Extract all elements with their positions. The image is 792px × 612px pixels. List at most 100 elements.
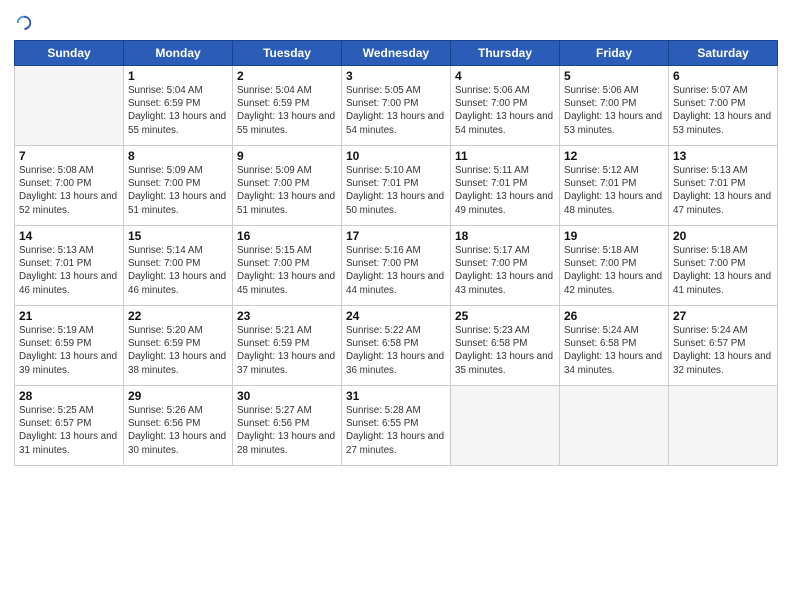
weekday-header-monday: Monday <box>124 41 233 66</box>
day-number: 11 <box>455 149 555 163</box>
calendar-cell: 5Sunrise: 5:06 AMSunset: 7:00 PMDaylight… <box>560 66 669 146</box>
calendar-cell: 17Sunrise: 5:16 AMSunset: 7:00 PMDayligh… <box>342 226 451 306</box>
day-number: 26 <box>564 309 664 323</box>
day-number: 16 <box>237 229 337 243</box>
calendar-cell: 20Sunrise: 5:18 AMSunset: 7:00 PMDayligh… <box>669 226 778 306</box>
day-info: Sunrise: 5:05 AMSunset: 7:00 PMDaylight:… <box>346 84 446 137</box>
day-info: Sunrise: 5:23 AMSunset: 6:58 PMDaylight:… <box>455 324 555 377</box>
day-number: 24 <box>346 309 446 323</box>
calendar-table: SundayMondayTuesdayWednesdayThursdayFrid… <box>14 40 778 466</box>
day-info: Sunrise: 5:18 AMSunset: 7:00 PMDaylight:… <box>673 244 773 297</box>
day-number: 19 <box>564 229 664 243</box>
day-info: Sunrise: 5:06 AMSunset: 7:00 PMDaylight:… <box>455 84 555 137</box>
day-info: Sunrise: 5:27 AMSunset: 6:56 PMDaylight:… <box>237 404 337 457</box>
calendar-cell: 7Sunrise: 5:08 AMSunset: 7:00 PMDaylight… <box>15 146 124 226</box>
day-number: 4 <box>455 69 555 83</box>
day-number: 14 <box>19 229 119 243</box>
weekday-header-sunday: Sunday <box>15 41 124 66</box>
day-number: 5 <box>564 69 664 83</box>
day-info: Sunrise: 5:12 AMSunset: 7:01 PMDaylight:… <box>564 164 664 217</box>
day-info: Sunrise: 5:11 AMSunset: 7:01 PMDaylight:… <box>455 164 555 217</box>
calendar-cell: 16Sunrise: 5:15 AMSunset: 7:00 PMDayligh… <box>233 226 342 306</box>
weekday-header-thursday: Thursday <box>451 41 560 66</box>
day-info: Sunrise: 5:15 AMSunset: 7:00 PMDaylight:… <box>237 244 337 297</box>
weekday-header-saturday: Saturday <box>669 41 778 66</box>
day-number: 30 <box>237 389 337 403</box>
calendar-cell: 6Sunrise: 5:07 AMSunset: 7:00 PMDaylight… <box>669 66 778 146</box>
calendar-cell: 14Sunrise: 5:13 AMSunset: 7:01 PMDayligh… <box>15 226 124 306</box>
calendar-cell: 28Sunrise: 5:25 AMSunset: 6:57 PMDayligh… <box>15 386 124 466</box>
day-info: Sunrise: 5:07 AMSunset: 7:00 PMDaylight:… <box>673 84 773 137</box>
day-number: 20 <box>673 229 773 243</box>
day-number: 17 <box>346 229 446 243</box>
day-info: Sunrise: 5:09 AMSunset: 7:00 PMDaylight:… <box>237 164 337 217</box>
day-info: Sunrise: 5:25 AMSunset: 6:57 PMDaylight:… <box>19 404 119 457</box>
day-info: Sunrise: 5:04 AMSunset: 6:59 PMDaylight:… <box>237 84 337 137</box>
day-number: 2 <box>237 69 337 83</box>
calendar-cell: 19Sunrise: 5:18 AMSunset: 7:00 PMDayligh… <box>560 226 669 306</box>
day-number: 10 <box>346 149 446 163</box>
weekday-header-wednesday: Wednesday <box>342 41 451 66</box>
calendar-cell: 21Sunrise: 5:19 AMSunset: 6:59 PMDayligh… <box>15 306 124 386</box>
day-number: 15 <box>128 229 228 243</box>
calendar-cell: 22Sunrise: 5:20 AMSunset: 6:59 PMDayligh… <box>124 306 233 386</box>
calendar-cell: 1Sunrise: 5:04 AMSunset: 6:59 PMDaylight… <box>124 66 233 146</box>
day-number: 1 <box>128 69 228 83</box>
calendar-cell: 18Sunrise: 5:17 AMSunset: 7:00 PMDayligh… <box>451 226 560 306</box>
main-container: SundayMondayTuesdayWednesdayThursdayFrid… <box>0 0 792 472</box>
day-number: 9 <box>237 149 337 163</box>
calendar-cell <box>15 66 124 146</box>
calendar-cell: 8Sunrise: 5:09 AMSunset: 7:00 PMDaylight… <box>124 146 233 226</box>
day-number: 27 <box>673 309 773 323</box>
weekday-header-row: SundayMondayTuesdayWednesdayThursdayFrid… <box>15 41 778 66</box>
header <box>14 10 778 34</box>
calendar-week-2: 7Sunrise: 5:08 AMSunset: 7:00 PMDaylight… <box>15 146 778 226</box>
day-number: 8 <box>128 149 228 163</box>
calendar-cell: 9Sunrise: 5:09 AMSunset: 7:00 PMDaylight… <box>233 146 342 226</box>
weekday-header-friday: Friday <box>560 41 669 66</box>
day-number: 29 <box>128 389 228 403</box>
calendar-cell <box>669 386 778 466</box>
day-number: 22 <box>128 309 228 323</box>
day-number: 3 <box>346 69 446 83</box>
day-info: Sunrise: 5:09 AMSunset: 7:00 PMDaylight:… <box>128 164 228 217</box>
calendar-cell: 4Sunrise: 5:06 AMSunset: 7:00 PMDaylight… <box>451 66 560 146</box>
calendar-cell: 3Sunrise: 5:05 AMSunset: 7:00 PMDaylight… <box>342 66 451 146</box>
calendar-week-1: 1Sunrise: 5:04 AMSunset: 6:59 PMDaylight… <box>15 66 778 146</box>
day-info: Sunrise: 5:10 AMSunset: 7:01 PMDaylight:… <box>346 164 446 217</box>
day-info: Sunrise: 5:04 AMSunset: 6:59 PMDaylight:… <box>128 84 228 137</box>
calendar-cell: 24Sunrise: 5:22 AMSunset: 6:58 PMDayligh… <box>342 306 451 386</box>
day-number: 7 <box>19 149 119 163</box>
day-info: Sunrise: 5:22 AMSunset: 6:58 PMDaylight:… <box>346 324 446 377</box>
calendar-cell: 13Sunrise: 5:13 AMSunset: 7:01 PMDayligh… <box>669 146 778 226</box>
logo-icon <box>15 14 33 32</box>
calendar-cell: 11Sunrise: 5:11 AMSunset: 7:01 PMDayligh… <box>451 146 560 226</box>
day-number: 12 <box>564 149 664 163</box>
calendar-cell: 15Sunrise: 5:14 AMSunset: 7:00 PMDayligh… <box>124 226 233 306</box>
day-number: 28 <box>19 389 119 403</box>
day-info: Sunrise: 5:21 AMSunset: 6:59 PMDaylight:… <box>237 324 337 377</box>
day-number: 31 <box>346 389 446 403</box>
day-info: Sunrise: 5:28 AMSunset: 6:55 PMDaylight:… <box>346 404 446 457</box>
logo <box>14 14 33 34</box>
day-info: Sunrise: 5:18 AMSunset: 7:00 PMDaylight:… <box>564 244 664 297</box>
calendar-cell: 12Sunrise: 5:12 AMSunset: 7:01 PMDayligh… <box>560 146 669 226</box>
day-info: Sunrise: 5:24 AMSunset: 6:57 PMDaylight:… <box>673 324 773 377</box>
day-info: Sunrise: 5:20 AMSunset: 6:59 PMDaylight:… <box>128 324 228 377</box>
day-info: Sunrise: 5:16 AMSunset: 7:00 PMDaylight:… <box>346 244 446 297</box>
day-number: 13 <box>673 149 773 163</box>
day-info: Sunrise: 5:19 AMSunset: 6:59 PMDaylight:… <box>19 324 119 377</box>
calendar-cell: 10Sunrise: 5:10 AMSunset: 7:01 PMDayligh… <box>342 146 451 226</box>
calendar-cell: 25Sunrise: 5:23 AMSunset: 6:58 PMDayligh… <box>451 306 560 386</box>
day-number: 25 <box>455 309 555 323</box>
calendar-cell: 27Sunrise: 5:24 AMSunset: 6:57 PMDayligh… <box>669 306 778 386</box>
calendar-cell: 26Sunrise: 5:24 AMSunset: 6:58 PMDayligh… <box>560 306 669 386</box>
calendar-cell: 2Sunrise: 5:04 AMSunset: 6:59 PMDaylight… <box>233 66 342 146</box>
calendar-cell: 29Sunrise: 5:26 AMSunset: 6:56 PMDayligh… <box>124 386 233 466</box>
calendar-cell: 31Sunrise: 5:28 AMSunset: 6:55 PMDayligh… <box>342 386 451 466</box>
calendar-cell <box>451 386 560 466</box>
day-info: Sunrise: 5:14 AMSunset: 7:00 PMDaylight:… <box>128 244 228 297</box>
day-info: Sunrise: 5:17 AMSunset: 7:00 PMDaylight:… <box>455 244 555 297</box>
day-number: 23 <box>237 309 337 323</box>
calendar-cell: 30Sunrise: 5:27 AMSunset: 6:56 PMDayligh… <box>233 386 342 466</box>
